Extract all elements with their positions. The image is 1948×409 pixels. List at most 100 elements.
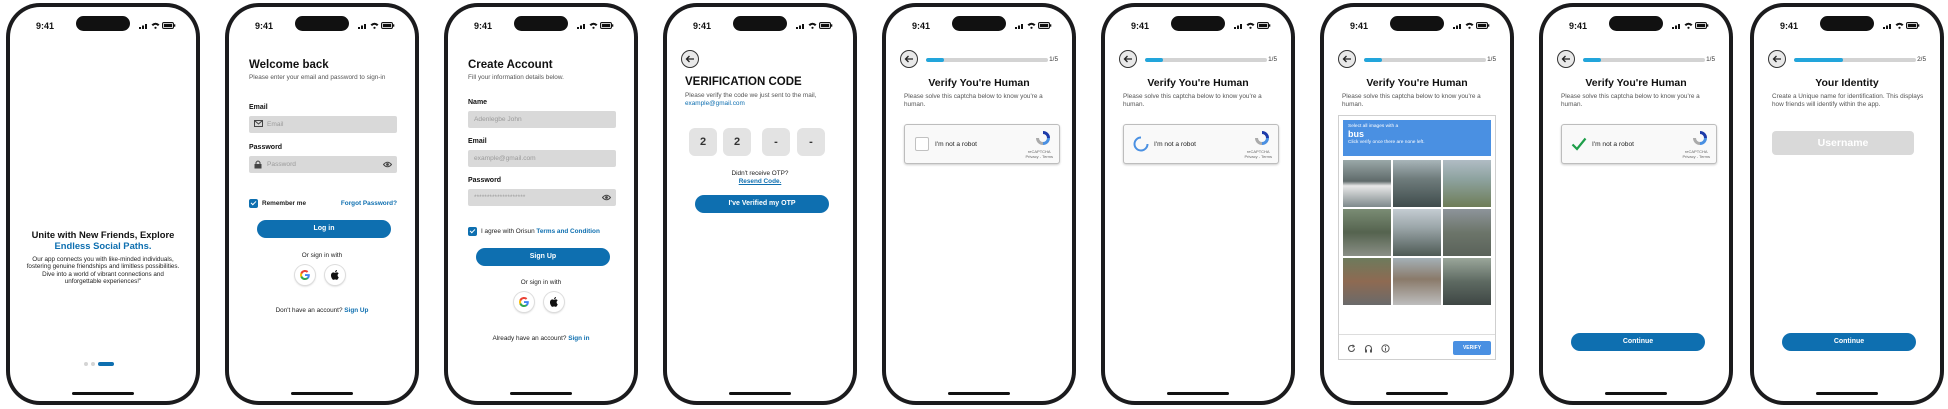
name-field[interactable]: Adenlegbe John [468, 111, 616, 128]
status-bar: 9:41 [1754, 7, 1940, 37]
eye-icon[interactable] [602, 194, 611, 201]
status-time: 9:41 [36, 21, 55, 31]
wifi-icon [1465, 22, 1474, 29]
status-icons [139, 22, 176, 29]
status-bar: 9:41 [448, 7, 634, 37]
image-tile-3[interactable] [1443, 160, 1491, 207]
page-dot-2[interactable] [91, 362, 95, 366]
phone-verify-loading: 9:41 1/5 Verify You're Human Please solv… [1101, 3, 1295, 405]
battery-icon [1906, 22, 1920, 29]
resend-code-link[interactable]: Resend Code. [667, 178, 853, 185]
continue-button[interactable]: Continue [1571, 333, 1705, 351]
challenge-verify-button[interactable]: VERIFY [1453, 341, 1491, 355]
checkmark-icon [1571, 137, 1587, 151]
password-placeholder: ******************** [474, 194, 526, 201]
google-signin-button[interactable] [295, 265, 315, 285]
progress-fill [1794, 58, 1843, 62]
remember-checkbox[interactable] [249, 199, 258, 208]
signup-link[interactable]: Sign Up [344, 307, 368, 314]
back-button[interactable] [1557, 50, 1575, 68]
google-icon [300, 270, 310, 280]
password-field[interactable]: ******************** [468, 189, 616, 206]
battery-icon [162, 22, 176, 29]
back-button[interactable] [1338, 50, 1356, 68]
back-button[interactable] [1119, 50, 1137, 68]
image-tile-8[interactable] [1393, 258, 1441, 305]
agree-text: I agree with Orisun [481, 228, 535, 235]
otp-digit-1[interactable]: 2 [689, 128, 717, 156]
signal-icon [1453, 24, 1461, 29]
dynamic-island [1171, 16, 1225, 31]
login-button[interactable]: Log in [257, 220, 391, 238]
screen-otp: 9:41 VERIFICATION CODE Please verify the… [667, 7, 853, 401]
progress-fill [1583, 58, 1602, 62]
no-account-text: Don't have an account? [275, 307, 343, 314]
back-button[interactable] [900, 50, 918, 68]
verified-otp-button[interactable]: I've Verified my OTP [695, 195, 829, 213]
signin-link[interactable]: Sign in [568, 335, 589, 342]
email-field[interactable]: Email [249, 116, 397, 133]
otp-digit-2[interactable]: 2 [723, 128, 751, 156]
image-tile-6[interactable] [1443, 209, 1491, 256]
wifi-icon [1895, 22, 1904, 29]
terms-link[interactable]: Terms and Condition [536, 228, 599, 235]
image-tile-5[interactable] [1393, 209, 1441, 256]
headphones-icon[interactable] [1364, 344, 1373, 353]
username-input[interactable]: Username [1772, 131, 1914, 155]
recaptcha-widget[interactable]: I'm not a robot reCAPTCHA Privacy - Terms [1561, 124, 1717, 164]
image-tile-2[interactable] [1393, 160, 1441, 207]
agree-checkbox[interactable] [468, 227, 477, 236]
apple-signin-button[interactable] [544, 292, 564, 312]
image-tile-1[interactable] [1343, 160, 1391, 207]
continue-button[interactable]: Continue [1782, 333, 1916, 351]
back-button[interactable] [681, 50, 699, 68]
apple-signin-button[interactable] [325, 265, 345, 285]
image-tile-4[interactable] [1343, 209, 1391, 256]
page-subtitle: Please solve this captcha below to know … [1123, 93, 1262, 108]
otp-digit-3[interactable]: - [762, 128, 790, 156]
apple-icon [330, 270, 339, 280]
have-account-row: Already have an account? Sign in [448, 335, 634, 342]
arrow-left-icon [1342, 55, 1351, 63]
page-subtitle: Create a Unique name for identification.… [1772, 93, 1924, 108]
reload-icon[interactable] [1347, 344, 1356, 353]
image-tile-7[interactable] [1343, 258, 1391, 305]
forgot-password-link[interactable]: Forgot Password? [341, 200, 397, 207]
page-dot-1[interactable] [84, 362, 88, 366]
captcha-checkbox[interactable] [915, 137, 929, 151]
password-field[interactable]: Password [249, 156, 397, 173]
wifi-icon [1027, 22, 1036, 29]
recaptcha-widget[interactable]: I'm not a robot reCAPTCHA Privacy - Terms [1123, 124, 1279, 164]
image-challenge-panel: Select all images with a bus Click verif… [1338, 115, 1496, 360]
screen-image-challenge: 9:41 1/5 Verify You're Human Please solv… [1324, 7, 1510, 401]
status-icons [1672, 22, 1709, 29]
eye-icon[interactable] [383, 161, 392, 168]
google-signin-button[interactable] [514, 292, 534, 312]
back-button[interactable] [1768, 50, 1786, 68]
email-label: Email [468, 138, 487, 145]
info-icon[interactable] [1381, 344, 1390, 353]
status-icons [358, 22, 395, 29]
page-subtitle: Please solve this captcha below to know … [904, 93, 1043, 108]
page-title: Your Identity [1815, 77, 1879, 89]
no-account-row: Don't have an account? Sign Up [229, 307, 415, 314]
email-field[interactable]: example@gmail.com [468, 150, 616, 167]
page-dot-active[interactable] [98, 362, 114, 366]
didnt-receive-text: Didn't receive OTP? [731, 170, 789, 177]
onboarding-headline: Unite with New Friends, Explore Endless … [10, 229, 196, 251]
signal-icon [358, 24, 366, 29]
image-tile-9[interactable] [1443, 258, 1491, 305]
email-label: Email [249, 104, 268, 111]
remember-label: Remember me [262, 200, 307, 207]
home-indicator [729, 392, 791, 395]
page-subtitle: Please enter your email and password to … [249, 74, 386, 81]
recaptcha-widget[interactable]: I'm not a robot reCAPTCHA Privacy - Terms [904, 124, 1060, 164]
status-time: 9:41 [1780, 21, 1799, 31]
signup-button[interactable]: Sign Up [476, 248, 610, 266]
dynamic-island [733, 16, 787, 31]
status-bar: 9:41 [886, 7, 1072, 37]
loading-spinner-icon [1133, 136, 1149, 152]
page-title: Verify You're Human [1147, 77, 1249, 89]
otp-digit-4[interactable]: - [797, 128, 825, 156]
page-subtitle: Please solve this captcha below to know … [1342, 93, 1481, 108]
